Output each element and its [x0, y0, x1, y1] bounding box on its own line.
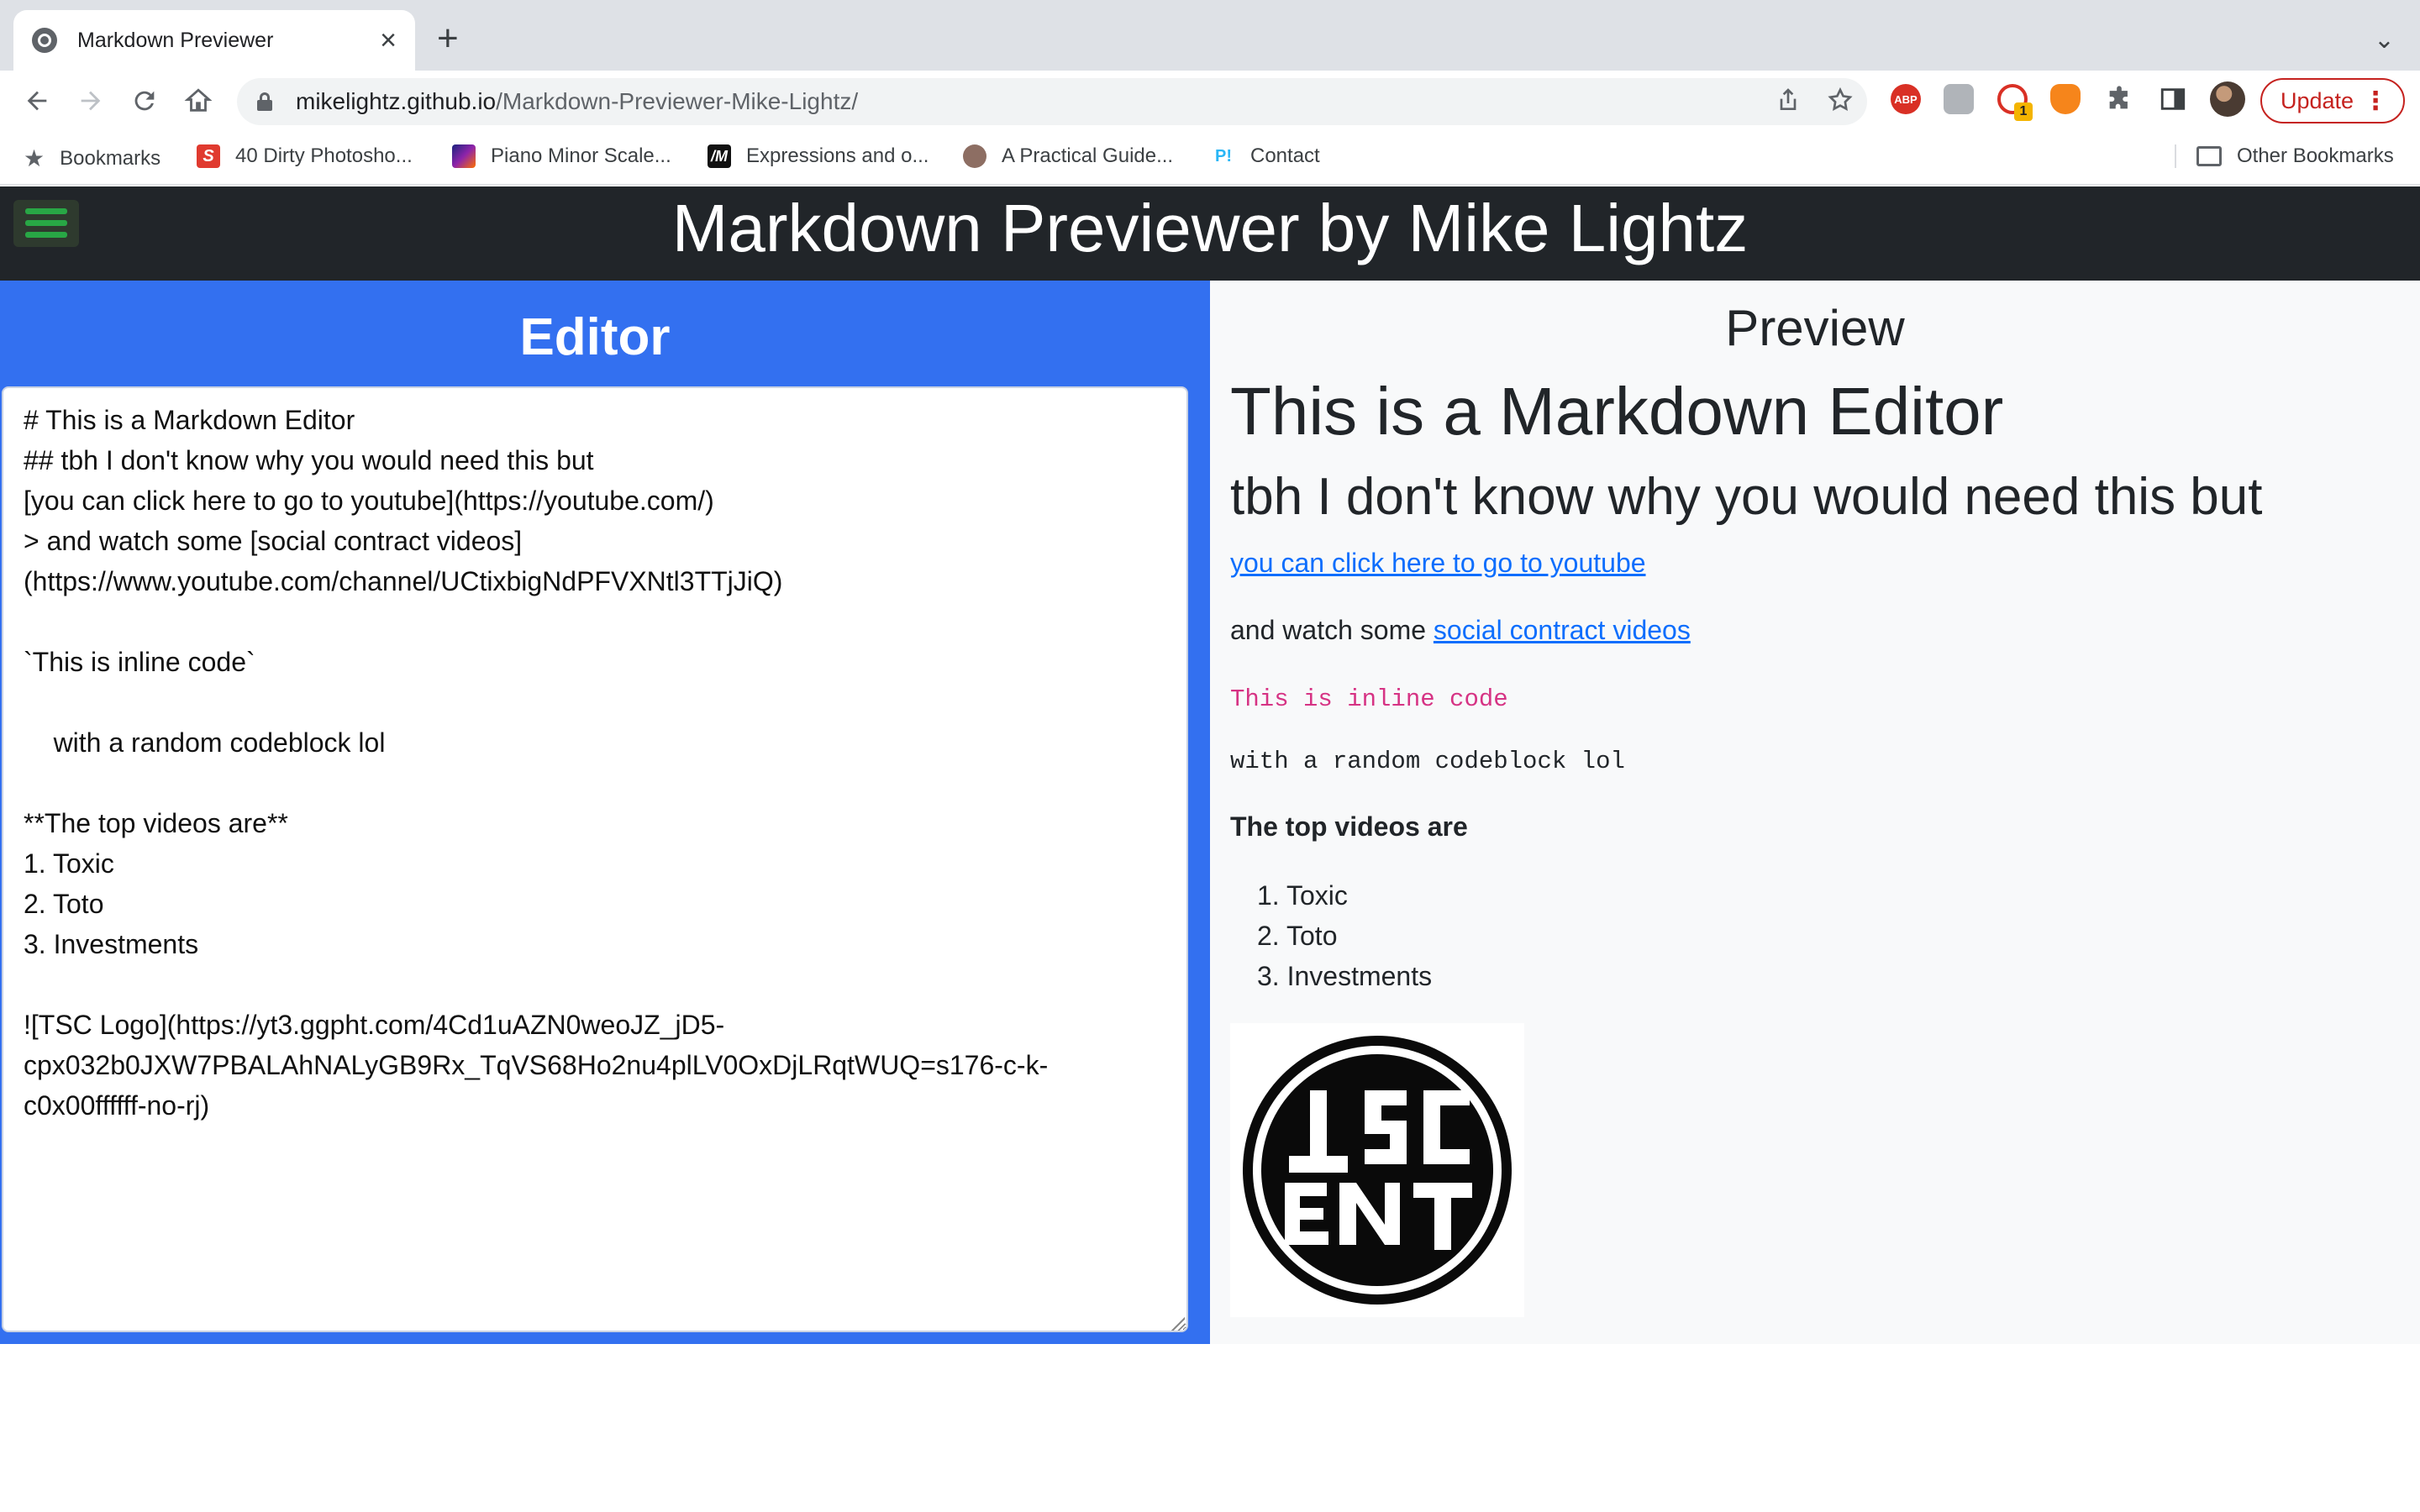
side-panel-icon[interactable] [2158, 84, 2188, 114]
extension-icon[interactable] [1944, 84, 1974, 114]
bookmark-label: Piano Minor Scale... [491, 144, 671, 167]
piano-favicon-icon [452, 144, 476, 168]
home-icon [184, 88, 213, 112]
reload-button[interactable] [126, 82, 163, 119]
puzzle-extensions-icon[interactable] [2104, 84, 2134, 114]
browser-tab[interactable]: Markdown Previewer × [13, 10, 415, 71]
preview-heading: Preview [1725, 300, 1905, 356]
globe-icon [32, 28, 57, 53]
preview-list-item: 3. Investments [1257, 961, 1433, 991]
code-block: with a random codeblock lol [1230, 748, 1625, 775]
preview-blockquote: and watch some social contract videos [1230, 615, 1691, 646]
bookmark-star-icon[interactable] [1827, 87, 1854, 120]
editor-panel: Editor # This is a Markdown Editor ## tb… [0, 281, 1210, 1344]
back-button[interactable] [18, 82, 55, 119]
update-button[interactable]: Update ⋮ [2260, 78, 2405, 123]
resize-handle-icon[interactable] [1171, 1317, 1185, 1331]
preview-list-item: 1. Toxic [1257, 880, 1348, 911]
preview-panel: Preview This is a Markdown Editor tbh I … [1210, 281, 2420, 1344]
tsc-logo-image [1230, 1023, 1524, 1317]
bookmark-photoshop[interactable]: S 40 Dirty Photosho... [197, 144, 413, 168]
bookmark-practical-guide[interactable]: A Practical Guide... [963, 144, 1173, 168]
share-icon[interactable] [1775, 87, 1802, 120]
social-contract-link[interactable]: social contract videos [1434, 615, 1691, 645]
browser-tab-strip: Markdown Previewer × + ⌄ [0, 0, 2420, 71]
folder-icon [2196, 146, 2222, 166]
editor-heading: Editor [519, 308, 671, 366]
page-title: Markdown Previewer by Mike Lightz [671, 191, 1749, 265]
preview-strong-text: The top videos are [1230, 811, 1468, 842]
bookmark-label: Other Bookmarks [2237, 144, 2394, 167]
preview-h1: This is a Markdown Editor [1230, 374, 2004, 449]
adblock-extension-icon[interactable]: ABP [1891, 84, 1921, 114]
more-menu-icon[interactable]: ⋮ [2363, 87, 2388, 116]
url-path: /Markdown-Previewer-Mike-Lightz/ [496, 88, 859, 114]
tab-title: Markdown Previewer [77, 28, 274, 52]
m-favicon-icon: /M [708, 144, 731, 168]
star-icon: ★ [24, 145, 45, 171]
bookmark-other[interactable]: Other Bookmarks [2175, 144, 2394, 168]
notification-badge: 1 [2014, 102, 2033, 121]
bookmarks-bar: ★ Bookmarks S 40 Dirty Photosho... Piano… [0, 131, 2420, 185]
bookmark-label: 40 Dirty Photosho... [235, 144, 413, 167]
inline-code: This is inline code [1230, 685, 1508, 713]
preview-h2: tbh I don't know why you would need this… [1230, 468, 2263, 526]
tsc-logo-icon [1243, 1036, 1512, 1305]
bookmark-expressions[interactable]: /M Expressions and o... [708, 144, 929, 168]
photoshop-favicon-icon: S [197, 144, 220, 168]
bookmark-label: Contact [1250, 144, 1320, 167]
metamask-fox-icon[interactable] [2050, 84, 2081, 114]
profile-avatar[interactable] [2210, 81, 2245, 117]
tab-search-icon[interactable]: ⌄ [2374, 25, 2395, 55]
youtube-link[interactable]: you can click here to go to youtube [1230, 548, 1646, 578]
bookmark-label: A Practical Guide... [1002, 144, 1174, 167]
close-tab-icon[interactable]: × [380, 26, 397, 55]
forward-button[interactable] [72, 82, 109, 119]
home-button[interactable] [180, 82, 217, 119]
forward-arrow-icon [81, 91, 101, 111]
update-label: Update [2281, 87, 2354, 113]
bookmark-label: Expressions and o... [746, 144, 929, 167]
reload-icon [134, 91, 155, 111]
bookmark-label: Bookmarks [60, 146, 161, 170]
url-host: mikelightz.github.io [296, 88, 497, 114]
bookmark-piano[interactable]: Piano Minor Scale... [452, 144, 671, 168]
markdown-editor-textarea[interactable]: # This is a Markdown Editor ## tbh I don… [2, 386, 1188, 1332]
address-bar[interactable]: mikelightz.github.io/Markdown-Previewer-… [237, 78, 1867, 125]
bookmark-bookmarks[interactable]: ★ Bookmarks [24, 144, 160, 172]
lock-icon[interactable] [257, 92, 272, 111]
meerkat-favicon-icon [963, 144, 986, 168]
bookmark-contact[interactable]: P! Contact [1212, 144, 1320, 168]
preview-list-item: 2. Toto [1257, 921, 1338, 951]
p-favicon-icon: P! [1215, 146, 1232, 165]
new-tab-button[interactable]: + [437, 20, 459, 57]
back-arrow-icon [27, 91, 47, 111]
page-header: Markdown Previewer by Mike Lightz [0, 186, 2420, 281]
quote-text: and watch some [1230, 615, 1427, 645]
